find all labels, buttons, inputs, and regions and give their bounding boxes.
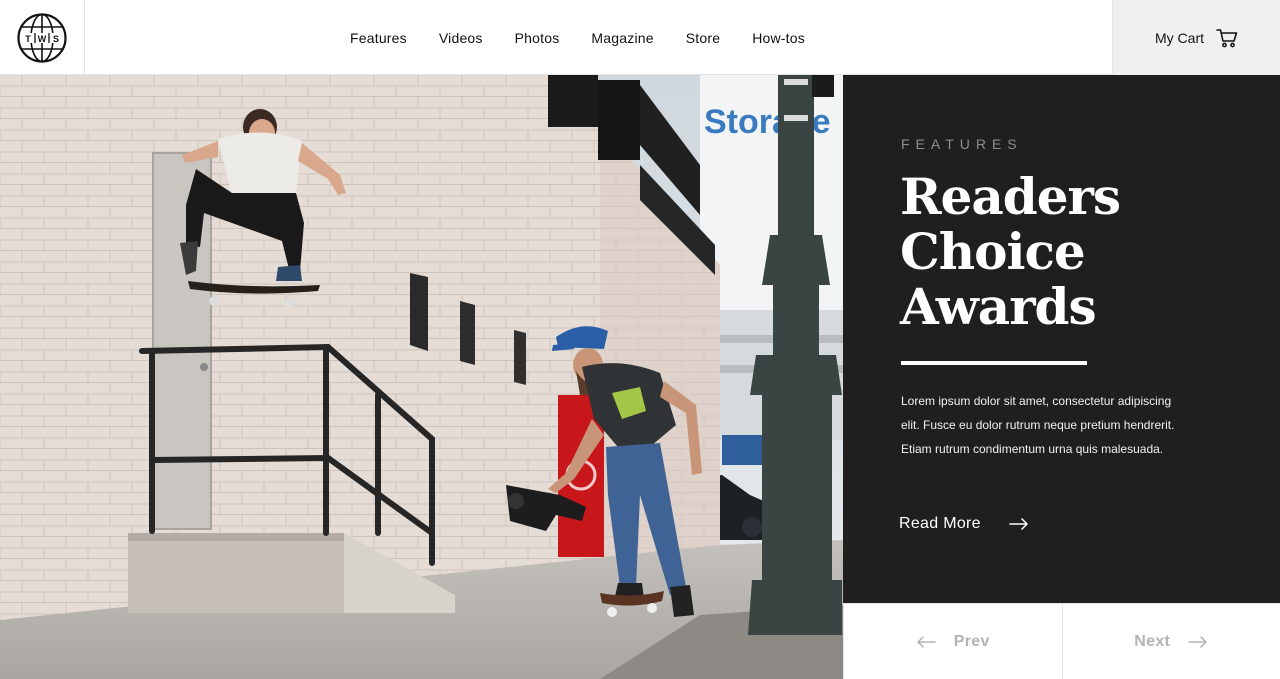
skateboarder-photo: Storage xyxy=(0,75,843,679)
cart-label: My Cart xyxy=(1155,29,1204,46)
slide-pager: Prev Next xyxy=(843,603,1280,679)
main-nav: Features Videos Photos Magazine Store Ho… xyxy=(334,0,821,75)
prev-label: Prev xyxy=(953,632,990,650)
cart-button[interactable]: My Cart xyxy=(1112,0,1280,75)
title-divider xyxy=(901,361,1087,365)
feature-title-line-1: Readers xyxy=(900,167,1121,226)
next-label: Next xyxy=(1134,632,1171,650)
read-more-label: Read More xyxy=(899,515,981,532)
cart-icon xyxy=(1216,28,1238,47)
nav-item-features[interactable]: Features xyxy=(334,30,423,46)
read-more-link[interactable]: Read More xyxy=(899,515,1029,533)
feature-title-line-3: Awards xyxy=(900,277,1097,336)
arrow-left-icon xyxy=(917,635,936,648)
logo[interactable]: T W S xyxy=(0,0,85,75)
logo-letter-w: W xyxy=(38,34,47,44)
arrow-right-icon xyxy=(1188,635,1207,648)
feature-title[interactable]: Readers Choice Awards xyxy=(900,169,1240,334)
nav-item-photos[interactable]: Photos xyxy=(499,30,576,46)
nav-item-how-tos[interactable]: How-tos xyxy=(736,30,821,46)
globe-icon: T W S xyxy=(17,12,67,63)
nav-item-videos[interactable]: Videos xyxy=(423,30,499,46)
nav-item-magazine[interactable]: Magazine xyxy=(575,30,669,46)
next-button[interactable]: Next xyxy=(1063,604,1280,679)
logo-letter-t: T xyxy=(25,34,31,44)
feature-kicker: FEATURES xyxy=(901,136,1023,152)
arrow-right-icon xyxy=(1009,518,1028,530)
site-header: T W S Features Videos Photos Magazine St… xyxy=(0,0,1280,75)
hero-image: Storage xyxy=(0,75,843,679)
feature-panel: FEATURES Readers Choice Awards Lorem ips… xyxy=(843,75,1280,603)
feature-title-line-2: Choice xyxy=(900,222,1086,281)
nav-item-store[interactable]: Store xyxy=(670,30,736,46)
logo-letter-s: S xyxy=(53,34,59,44)
feature-description: Lorem ipsum dolor sit amet, consectetur … xyxy=(901,394,1175,456)
prev-button[interactable]: Prev xyxy=(843,604,1063,679)
